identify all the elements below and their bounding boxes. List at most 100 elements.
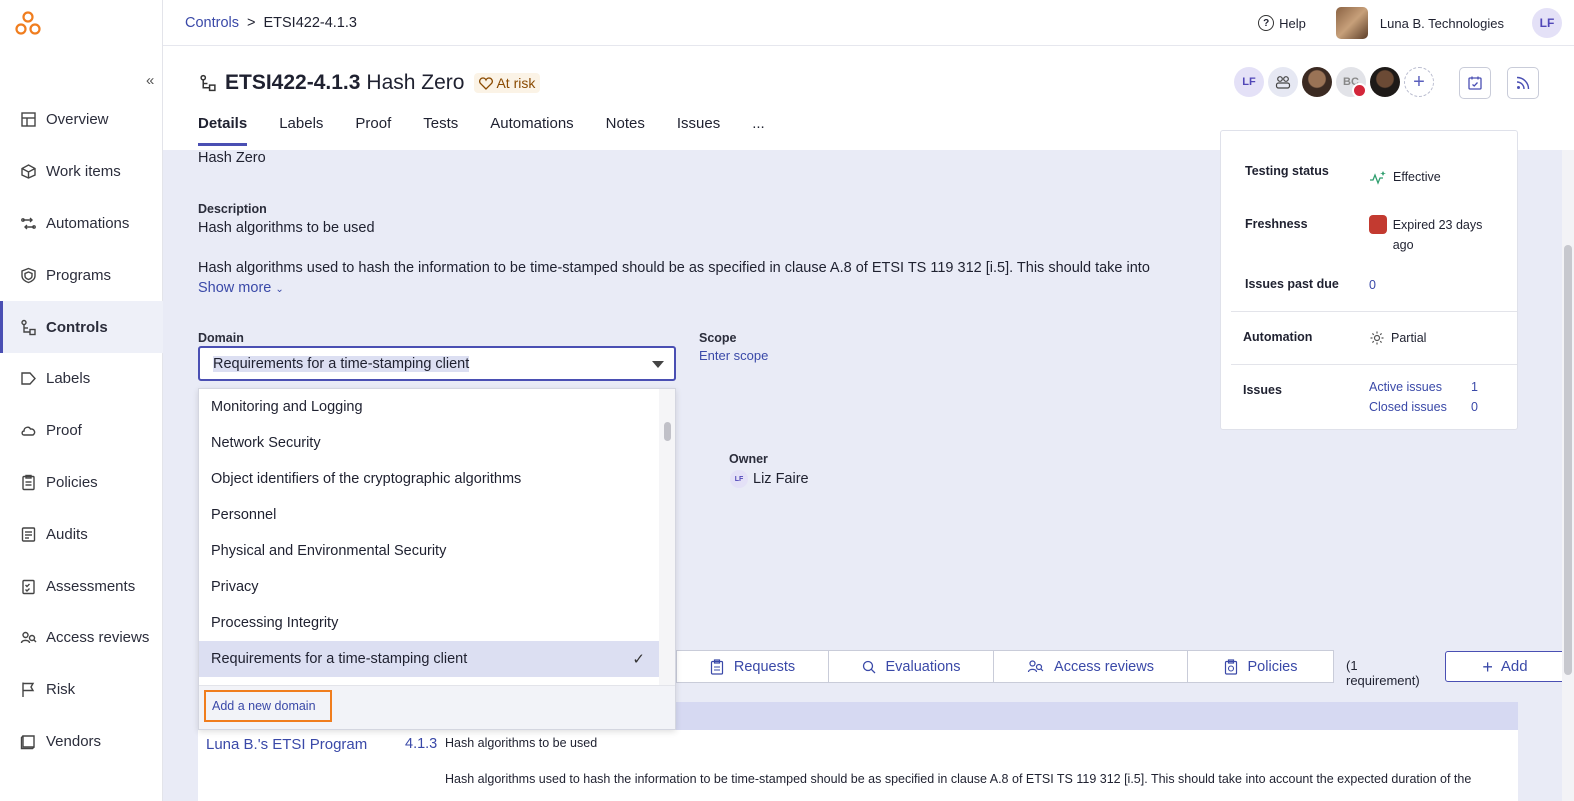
add-button-label: Add — [1500, 658, 1528, 675]
sidebar-item-label: Labels — [46, 370, 91, 388]
tab-automations[interactable]: Automations — [490, 115, 573, 146]
issues-past-due-value[interactable]: 0 — [1369, 278, 1376, 292]
sidebar-item-policies[interactable]: Policies — [0, 457, 163, 509]
sidebar-item-label: Vendors — [46, 732, 102, 750]
add-button[interactable]: + Add — [1445, 651, 1565, 682]
programs-icon — [21, 267, 36, 284]
tab-details[interactable]: Details — [198, 115, 248, 146]
tab-requests[interactable]: Requests — [676, 650, 829, 683]
check-icon: ✓ — [632, 651, 645, 668]
sidebar-item-programs[interactable]: Programs — [0, 249, 163, 301]
sidebar-item-access-reviews[interactable]: Access reviews — [0, 612, 163, 664]
feed-button[interactable] — [1507, 67, 1539, 99]
tab-access-reviews[interactable]: Access reviews — [993, 650, 1188, 683]
requirement-number-link[interactable]: 4.1.3 — [405, 736, 437, 752]
main-content: Hash Zero Description Hash algorithms to… — [163, 130, 1574, 801]
avatar-bc[interactable]: BC — [1336, 67, 1367, 98]
tab-issues[interactable]: Issues — [677, 115, 720, 146]
collapse-sidebar-button[interactable]: « — [146, 72, 154, 89]
automation-value: Partial — [1369, 330, 1426, 346]
avatar-photo[interactable] — [1302, 67, 1332, 97]
top-bar: Controls > ETSI422-4.1.3 ? Help Luna B. … — [163, 0, 1574, 46]
sidebar-item-assessments[interactable]: Assessments — [0, 560, 163, 612]
domain-option[interactable]: Network Security — [199, 425, 661, 461]
requirement-description: Hash algorithms used to hash the informa… — [445, 772, 1472, 786]
help-button[interactable]: ? Help — [1258, 15, 1306, 31]
tab-more[interactable]: ... — [752, 115, 765, 146]
sidebar-item-proof[interactable]: Proof — [0, 405, 163, 457]
owner-field[interactable]: LF Liz Faire — [730, 470, 809, 488]
divider — [1231, 364, 1517, 365]
add-new-domain-link[interactable]: Add a new domain — [204, 690, 332, 722]
program-link[interactable]: Luna B.'s ETSI Program — [206, 736, 367, 753]
scrollbar-thumb[interactable] — [1564, 245, 1572, 675]
org-name[interactable]: Luna B. Technologies — [1380, 16, 1504, 31]
status-badge: At risk — [474, 73, 541, 93]
scrollbar-thumb[interactable] — [664, 422, 671, 441]
calendar-button[interactable] — [1459, 67, 1491, 99]
active-issues-count[interactable]: 1 — [1471, 380, 1478, 394]
show-more-link[interactable]: Show more ⌄ — [198, 280, 284, 296]
chevron-down-icon: ⌄ — [275, 284, 284, 295]
scope-label: Scope — [699, 331, 737, 345]
avatar-photo[interactable] — [1370, 67, 1400, 97]
tab-tests[interactable]: Tests — [423, 115, 458, 146]
caret-down-icon[interactable] — [652, 361, 664, 368]
status-badge-label: At risk — [496, 75, 536, 91]
sidebar-item-controls[interactable]: Controls — [0, 301, 163, 353]
tab-policies-label: Policies — [1247, 658, 1298, 675]
breadcrumb-controls-link[interactable]: Controls — [185, 15, 239, 31]
page-scrollbar[interactable] — [1562, 150, 1574, 801]
domain-option[interactable]: Physical and Environmental Security — [199, 533, 661, 569]
dropdown-scrollbar[interactable] — [659, 389, 675, 687]
sidebar-item-work-items[interactable]: Work items — [0, 146, 163, 198]
avatar-lf[interactable]: LF — [1234, 67, 1264, 97]
team-icon[interactable] — [1268, 67, 1298, 97]
user-avatar[interactable]: LF — [1532, 8, 1562, 38]
show-more-label: Show more — [198, 280, 272, 296]
sidebar-item-label: Programs — [46, 266, 112, 284]
controls-icon — [21, 319, 36, 335]
tab-proof[interactable]: Proof — [355, 115, 391, 146]
domain-option[interactable]: Personnel — [199, 497, 661, 533]
tab-evaluations[interactable]: Evaluations — [828, 650, 994, 683]
owner-name: Liz Faire — [753, 471, 809, 487]
domain-dropdown: Monitoring and Logging Network Security … — [198, 388, 676, 730]
closed-issues-count[interactable]: 0 — [1471, 400, 1478, 414]
help-label: Help — [1279, 15, 1306, 31]
tab-labels[interactable]: Labels — [279, 115, 323, 146]
add-collaborator-button[interactable]: + — [1404, 67, 1434, 97]
tab-evaluations-label: Evaluations — [885, 658, 961, 675]
tab-notes[interactable]: Notes — [606, 115, 645, 146]
sidebar-item-overview[interactable]: Overview — [0, 94, 163, 146]
domain-option[interactable]: Privacy — [199, 569, 661, 605]
active-issues-link[interactable]: Active issues — [1369, 380, 1442, 394]
app-logo-icon[interactable] — [14, 10, 42, 38]
sidebar-item-vendors[interactable]: Vendors — [0, 716, 163, 768]
sidebar-item-audits[interactable]: Audits — [0, 508, 163, 560]
sidebar-item-automations[interactable]: Automations — [0, 198, 163, 250]
requirement-count: (1 requirement) — [1346, 658, 1420, 688]
plus-icon: + — [1482, 656, 1493, 677]
tab-requests-label: Requests — [733, 658, 796, 675]
enter-scope-link[interactable]: Enter scope — [699, 348, 768, 363]
sidebar-item-labels[interactable]: Labels — [0, 353, 163, 405]
vendors-icon — [20, 735, 35, 750]
domain-select[interactable]: Requirements for a time-stamping client — [198, 346, 676, 381]
domain-option-label: Requirements for a time-stamping client — [211, 651, 468, 667]
org-avatar[interactable] — [1335, 7, 1368, 39]
control-code: ETSI422-4.1.3 — [225, 71, 361, 94]
freshness-text: Expired 23 days ago — [1392, 218, 1483, 252]
question-icon: ? — [1258, 15, 1275, 31]
closed-issues-link[interactable]: Closed issues — [1369, 400, 1447, 414]
domain-option-selected[interactable]: Requirements for a time-stamping client … — [199, 641, 661, 677]
sidebar-item-risk[interactable]: Risk — [0, 664, 163, 716]
domain-option[interactable]: Monitoring and Logging — [199, 389, 661, 425]
domain-option[interactable]: Object identifiers of the cryptographic … — [199, 461, 661, 497]
domain-option[interactable]: Processing Integrity — [199, 605, 661, 641]
tab-policies[interactable]: Policies — [1187, 650, 1334, 683]
sidebar-item-label: Policies — [46, 473, 98, 491]
freshness-label: Freshness — [1245, 217, 1308, 231]
domain-label: Domain — [198, 331, 244, 345]
proof-icon — [21, 426, 36, 436]
